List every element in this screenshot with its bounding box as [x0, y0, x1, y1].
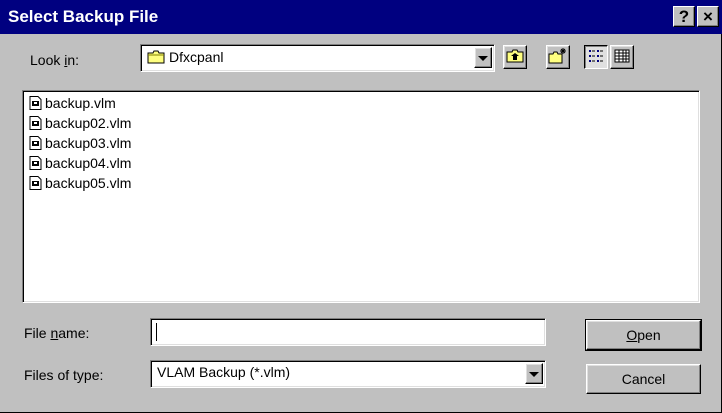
vlm-file-icon — [29, 176, 42, 190]
vlm-file-icon — [29, 136, 42, 150]
cancel-button-label: Cancel — [621, 371, 666, 387]
file-type-value: VLAM Backup (*.vlm) — [157, 364, 291, 380]
open-button-label: Open — [626, 327, 661, 343]
chevron-down-icon — [478, 56, 488, 61]
folder-icon — [147, 50, 165, 67]
cancel-button[interactable]: Cancel — [586, 364, 701, 394]
list-item[interactable]: backup05.vlm — [29, 173, 131, 193]
file-name: backup04.vlm — [45, 155, 132, 171]
up-one-level-button[interactable] — [503, 45, 527, 69]
text-cursor — [156, 323, 157, 341]
look-in-label: Look in: — [30, 52, 80, 68]
list-item[interactable]: backup04.vlm — [29, 153, 131, 173]
list-view-button[interactable] — [584, 45, 608, 69]
vlm-file-icon — [29, 96, 42, 110]
help-icon: ? — [678, 7, 690, 26]
file-name: backup05.vlm — [45, 175, 132, 191]
vlm-file-icon — [29, 116, 42, 130]
list-item[interactable]: backup.vlm — [29, 93, 116, 113]
look-in-combo[interactable]: Dfxcpanl — [140, 44, 495, 72]
file-type-label: Files of type: — [24, 367, 104, 383]
look-in-dropdown-button[interactable] — [474, 47, 492, 68]
file-name-label: File name: — [24, 325, 90, 341]
dialog-title: Select Backup File — [8, 7, 159, 26]
file-type-combo[interactable]: VLAM Backup (*.vlm) — [150, 360, 546, 388]
open-button[interactable]: Open — [585, 319, 702, 351]
details-view-button[interactable] — [610, 45, 634, 69]
close-icon: × — [703, 7, 713, 26]
list-item[interactable]: backup03.vlm — [29, 133, 131, 153]
close-button[interactable]: × — [697, 6, 719, 27]
list-view-icon — [588, 49, 604, 66]
title-bar[interactable]: Select Backup File ? × — [0, 0, 722, 34]
select-backup-file-dialog: Select Backup File ? × Look in: Dfxcpanl — [0, 0, 722, 413]
chevron-down-icon — [529, 372, 539, 377]
up-folder-icon — [506, 48, 524, 67]
file-name: backup02.vlm — [45, 115, 132, 131]
file-type-dropdown-button[interactable] — [525, 363, 543, 384]
new-folder-icon — [548, 47, 568, 68]
file-list[interactable]: backup.vlm backup02.vlm backup03.vlm bac… — [22, 90, 700, 303]
help-button[interactable]: ? — [673, 6, 695, 27]
file-name-input[interactable] — [150, 318, 546, 346]
new-folder-button[interactable] — [546, 45, 570, 69]
file-name: backup.vlm — [45, 95, 116, 111]
file-name: backup03.vlm — [45, 135, 132, 151]
look-in-value: Dfxcpanl — [169, 49, 224, 65]
vlm-file-icon — [29, 156, 42, 170]
details-view-icon — [614, 49, 630, 66]
list-item[interactable]: backup02.vlm — [29, 113, 131, 133]
